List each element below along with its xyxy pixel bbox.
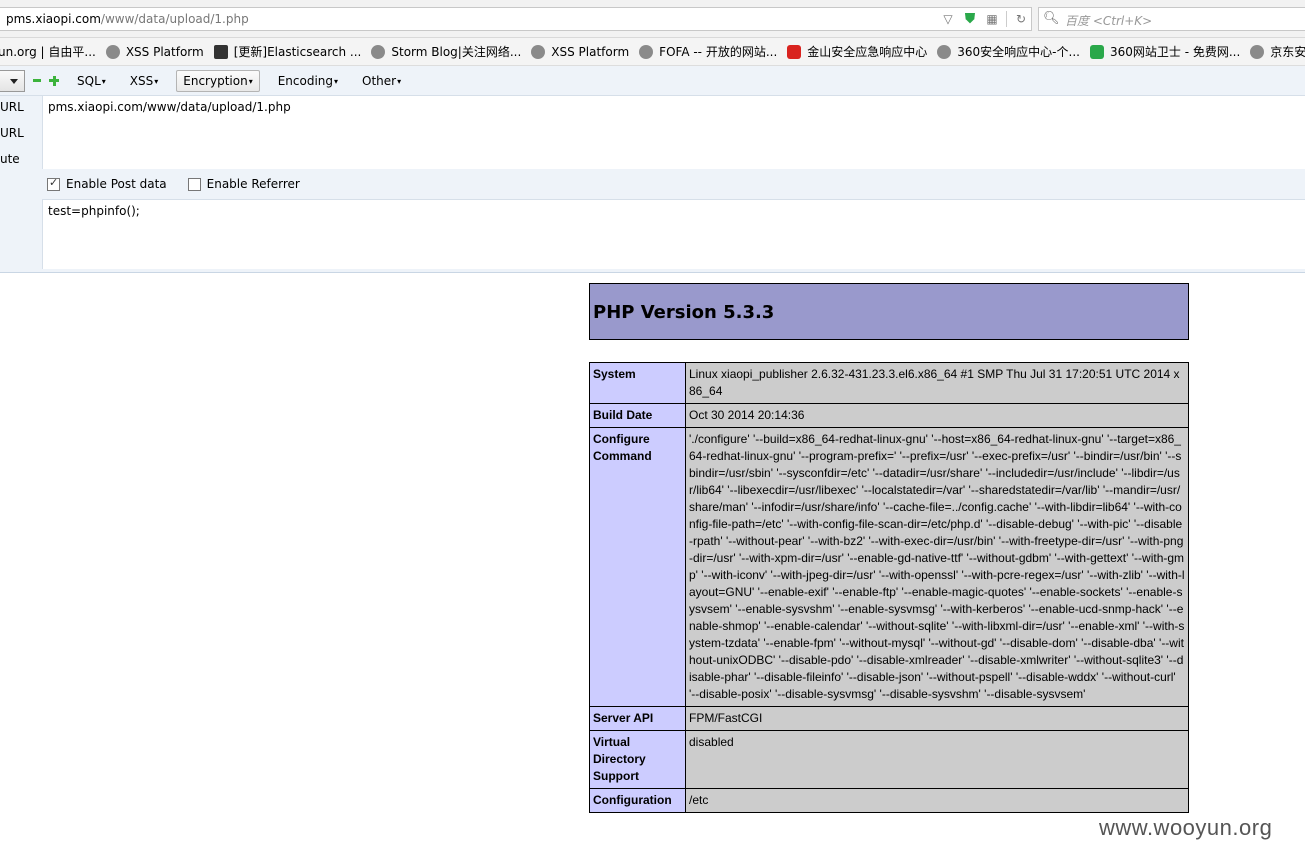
search-icon: 🔍︎ [1043, 11, 1060, 26]
qr-code-icon[interactable]: ▦ [984, 11, 1000, 27]
menu-encoding[interactable]: Encoding▾ [272, 71, 344, 91]
globe-icon [1250, 44, 1265, 59]
url-path: /www/data/upload/1.php [100, 12, 249, 26]
bookmark-item[interactable]: [更新]Elasticsearch ... [213, 43, 361, 60]
post-data-textarea[interactable]: test=phpinfo(); [42, 199, 1305, 269]
green-shield-icon [1089, 44, 1104, 59]
menu-xss[interactable]: XSS▾ [124, 71, 164, 91]
hackbar-url-value: pms.xiaopi.com/www/data/upload/1.php [48, 100, 291, 114]
bookmark-item[interactable]: Storm Blog|关注网络... [371, 43, 521, 60]
chevron-down-icon: ▾ [154, 76, 159, 86]
hackbar-url-textarea[interactable]: pms.xiaopi.com/www/data/upload/1.php [42, 96, 1305, 169]
row-value: FPM/FastCGI [685, 706, 1189, 731]
globe-icon [639, 44, 654, 59]
chevron-down-icon: ▾ [397, 76, 402, 86]
split-url-button[interactable]: URL [0, 126, 24, 140]
bookmark-item[interactable]: FOFA -- 开放的网站... [639, 43, 777, 60]
menu-encryption[interactable]: Encryption▾ [176, 69, 260, 92]
row-key: Server API [589, 706, 686, 731]
hackbar-side-actions: URL URL ute [0, 96, 42, 273]
hackbar-options: Enable Post data Enable Referrer [42, 169, 1305, 199]
row-value: Linux xiaopi_publisher 2.6.32-431.23.3.e… [685, 362, 1189, 404]
dark-bookmark-icon [213, 44, 228, 59]
url-host: pms.xiaopi.com [6, 12, 101, 26]
row-key: Virtual Directory Support [589, 730, 686, 789]
address-bar-row: pms.xiaopi.com/www/data/upload/1.php ▽ ⛊… [0, 0, 1305, 38]
shield-check-icon[interactable]: ⛊ [962, 11, 978, 27]
phpinfo-table: System Linux xiaopi_publisher 2.6.32-431… [589, 362, 1189, 813]
enable-referrer-label: Enable Referrer [206, 177, 300, 191]
reload-icon[interactable]: ↻ [1013, 11, 1029, 27]
bookmark-item[interactable]: 360安全响应中心-个... [937, 43, 1080, 60]
bookmark-item[interactable]: un.org | 自由平... [0, 43, 96, 60]
row-key: Build Date [589, 403, 686, 428]
decrease-icon[interactable] [33, 79, 41, 82]
row-key: System [589, 362, 686, 404]
bookmark-item[interactable]: 京东安全应 [1250, 43, 1305, 60]
enable-post-label: Enable Post data [66, 177, 167, 191]
table-row: Virtual Directory Support disabled [589, 730, 1189, 789]
hackbar-dropdown[interactable] [0, 69, 25, 92]
table-row: Server API FPM/FastCGI [589, 706, 1189, 731]
search-placeholder: 百度 <Ctrl+K> [1065, 14, 1153, 28]
dropdown-arrow-icon[interactable]: ▽ [940, 11, 956, 27]
red-bookmark-icon [787, 44, 802, 59]
enable-post-checkbox[interactable] [47, 176, 60, 191]
bookmark-item[interactable]: 金山安全应急响应中心 [787, 43, 927, 60]
row-key: Configuration [589, 788, 686, 813]
table-row: System Linux xiaopi_publisher 2.6.32-431… [589, 362, 1189, 404]
bookmark-item[interactable]: 360网站卫士 - 免费网... [1089, 43, 1240, 60]
table-row: Configuration /etc [589, 788, 1189, 813]
table-row: Configure Command './configure' '--build… [589, 427, 1189, 707]
php-version-title: PHP Version 5.3.3 [593, 302, 775, 323]
row-value: disabled [685, 730, 1189, 789]
menu-sql[interactable]: SQL▾ [71, 71, 112, 91]
load-url-button[interactable]: URL [0, 100, 24, 114]
hackbar-panel: URL URL ute pms.xiaopi.com/www/data/uplo… [0, 96, 1305, 273]
bookmark-item[interactable]: XSS Platform [105, 44, 204, 59]
globe-icon [937, 44, 952, 59]
search-input[interactable]: 🔍︎ 百度 <Ctrl+K> [1038, 7, 1305, 31]
row-value: './configure' '--build=x86_64-redhat-lin… [685, 427, 1189, 707]
row-key: Configure Command [589, 427, 686, 707]
row-value: /etc [685, 788, 1189, 813]
table-row: Build Date Oct 30 2014 20:14:36 [589, 403, 1189, 428]
enable-referrer-checkbox[interactable] [187, 177, 201, 191]
chevron-down-icon: ▾ [101, 76, 106, 86]
execute-button[interactable]: ute [0, 152, 20, 166]
globe-icon [371, 44, 386, 59]
php-version-header: PHP Version 5.3.3 [589, 283, 1189, 340]
url-input[interactable]: pms.xiaopi.com/www/data/upload/1.php ▽ ⛊… [0, 7, 1032, 31]
separator [1006, 11, 1007, 27]
bookmark-item[interactable]: XSS Platform [531, 44, 629, 59]
globe-icon [105, 44, 120, 59]
increase-icon[interactable] [49, 75, 59, 86]
row-value: Oct 30 2014 20:14:36 [685, 403, 1189, 428]
watermark: www.wooyun.org [1099, 815, 1273, 840]
globe-icon [531, 44, 546, 59]
hackbar-toolbar: SQL▾ XSS▾ Encryption▾ Encoding▾ Other▾ [0, 66, 1305, 96]
bookmarks-bar: un.org | 自由平... XSS Platform [更新]Elastic… [0, 38, 1305, 66]
post-data-value: test=phpinfo(); [48, 204, 140, 218]
chevron-down-icon: ▾ [334, 76, 339, 86]
menu-other[interactable]: Other▾ [356, 71, 407, 91]
chevron-down-icon: ▾ [248, 76, 253, 86]
